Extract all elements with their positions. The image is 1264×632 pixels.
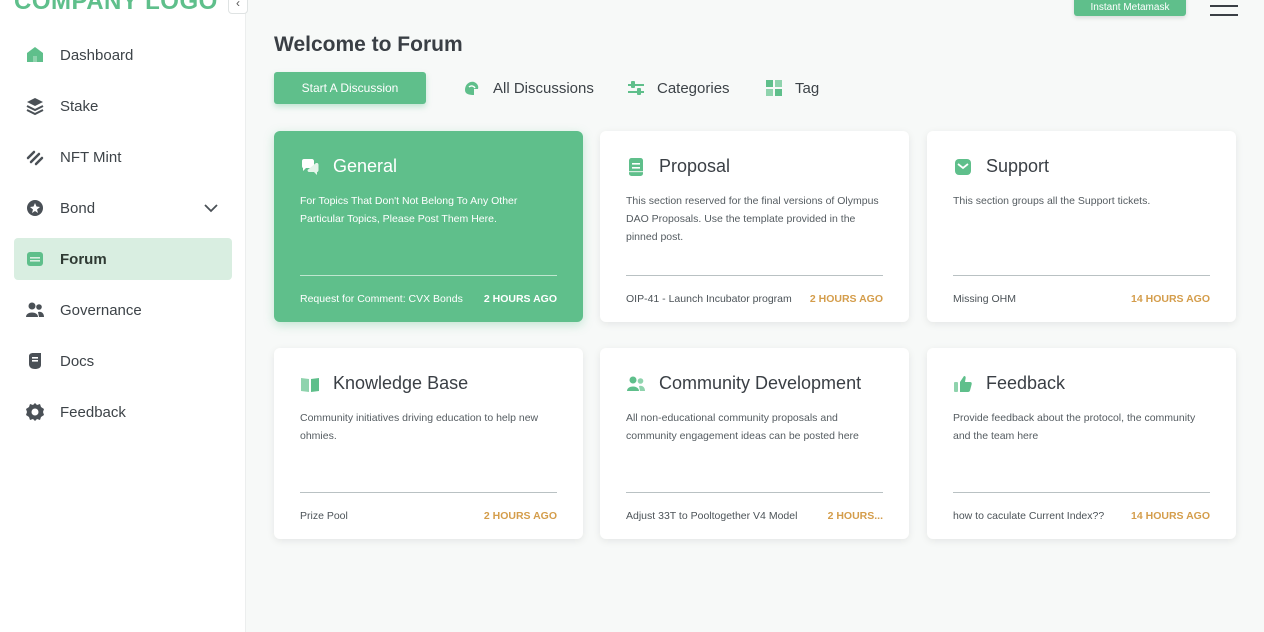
card-title: Feedback <box>986 373 1066 393</box>
sidebar-item-dashboard[interactable]: Dashboard <box>14 34 232 76</box>
filter-label: All Discussions <box>493 79 594 97</box>
community-icon <box>626 374 646 394</box>
document-icon <box>626 157 646 177</box>
stripes-icon <box>24 146 46 168</box>
latest-topic-link[interactable]: OIP-41 - Launch Incubator program <box>626 293 792 305</box>
home-icon <box>24 44 46 66</box>
timestamp: 2 HOURS AGO <box>809 293 883 305</box>
bond-icon <box>24 197 46 219</box>
card-description: This section groups all the Support tick… <box>953 195 1151 207</box>
filter-tag[interactable]: Tag <box>763 77 819 99</box>
card-title: Knowledge Base <box>333 373 469 393</box>
discussions-icon <box>461 77 483 99</box>
sidebar-item-label: Docs <box>60 352 95 370</box>
divider <box>626 492 883 493</box>
filter-all-discussions[interactable]: All Discussions <box>461 77 594 99</box>
category-card-proposal[interactable]: Proposal This section reserved for the f… <box>600 131 909 322</box>
sidebar-item-label: NFT Mint <box>60 148 122 166</box>
category-card-support[interactable]: Support This section groups all the Supp… <box>927 131 1236 322</box>
divider <box>300 492 557 493</box>
book-icon <box>300 374 320 394</box>
latest-topic-link[interactable]: Prize Pool <box>300 510 348 522</box>
sidebar-item-stake[interactable]: Stake <box>14 85 232 127</box>
sidebar: COMPANY LOGO ‹ Dashboard Stake NFT Mint <box>0 0 248 632</box>
latest-topic-link[interactable]: Missing OHM <box>953 293 1016 305</box>
card-description: This section reserved for the final vers… <box>626 195 879 243</box>
hamburger-icon[interactable] <box>1210 0 1238 16</box>
timestamp: 14 HOURS AGO <box>1131 510 1210 522</box>
sidebar-item-forum[interactable]: Forum <box>14 238 232 280</box>
card-description: All non-educational community proposals … <box>626 412 859 442</box>
card-title: Community Development <box>659 373 862 393</box>
page-title: Welcome to Forum <box>274 33 463 56</box>
chat-icon <box>300 157 320 177</box>
sidebar-item-feedback[interactable]: Feedback <box>14 391 232 433</box>
sidebar-item-governance[interactable]: Governance <box>14 289 232 331</box>
sidebar-item-label: Dashboard <box>60 46 134 64</box>
latest-topic-link[interactable]: Request for Comment: CVX Bonds <box>300 293 463 305</box>
sliders-icon <box>625 77 647 99</box>
divider <box>953 275 1210 276</box>
sidebar-item-label: Feedback <box>60 403 126 421</box>
sidebar-item-docs[interactable]: Docs <box>14 340 232 382</box>
company-logo[interactable]: COMPANY LOGO <box>14 0 218 16</box>
timestamp: 14 HOURS AGO <box>1131 293 1210 305</box>
sidebar-collapse-button[interactable]: ‹ <box>228 0 248 14</box>
grid-icon <box>763 77 785 99</box>
filter-label: Categories <box>657 79 730 97</box>
start-discussion-button[interactable]: Start A Discussion <box>274 72 426 104</box>
category-card-knowledge-base[interactable]: Knowledge Base Community initiatives dri… <box>274 348 583 539</box>
card-title: General <box>333 156 398 176</box>
divider <box>300 275 557 276</box>
divider <box>953 492 1210 493</box>
category-card-community-development[interactable]: Community Development All non-educationa… <box>600 348 909 539</box>
card-description: Provide feedback about the protocol, the… <box>953 412 1196 442</box>
sidebar-item-nft-mint[interactable]: NFT Mint <box>14 136 232 178</box>
forum-icon <box>24 248 46 270</box>
card-description: For Topics That Don't Not Belong To Any … <box>300 195 518 225</box>
divider <box>626 275 883 276</box>
category-card-feedback[interactable]: Feedback Provide feedback about the prot… <box>927 348 1236 539</box>
mail-icon <box>953 157 973 177</box>
docs-icon <box>24 350 46 372</box>
chevron-down-icon[interactable] <box>202 199 220 217</box>
timestamp: 2 HOURS AGO <box>483 293 557 305</box>
sidebar-item-label: Governance <box>60 301 142 319</box>
sidebar-item-label: Forum <box>60 250 107 268</box>
card-title: Support <box>986 156 1050 176</box>
card-description: Community initiatives driving education … <box>300 412 539 442</box>
filter-categories[interactable]: Categories <box>625 77 730 99</box>
wallet-connect-button[interactable]: Instant Metamask <box>1074 0 1186 16</box>
filter-label: Tag <box>795 79 820 97</box>
thumbs-up-icon <box>953 374 973 394</box>
card-title: Proposal <box>659 156 731 176</box>
layers-icon <box>24 95 46 117</box>
sidebar-item-label: Bond <box>60 199 96 217</box>
sidebar-item-label: Stake <box>60 97 99 115</box>
latest-topic-link[interactable]: how to caculate Current Index?? <box>953 510 1104 522</box>
gear-icon <box>24 401 46 423</box>
timestamp: 2 HOURS... <box>827 510 883 522</box>
sidebar-item-bond[interactable]: Bond <box>14 187 232 229</box>
latest-topic-link[interactable]: Adjust 33T to Pooltogether V4 Model <box>626 510 797 522</box>
category-card-general[interactable]: General For Topics That Don't Not Belong… <box>274 131 583 322</box>
sidebar-nav: Dashboard Stake NFT Mint Bond Forum Gove… <box>14 34 232 442</box>
timestamp: 2 HOURS AGO <box>483 510 557 522</box>
people-icon <box>24 299 46 321</box>
chevron-left-icon: ‹ <box>236 0 240 10</box>
